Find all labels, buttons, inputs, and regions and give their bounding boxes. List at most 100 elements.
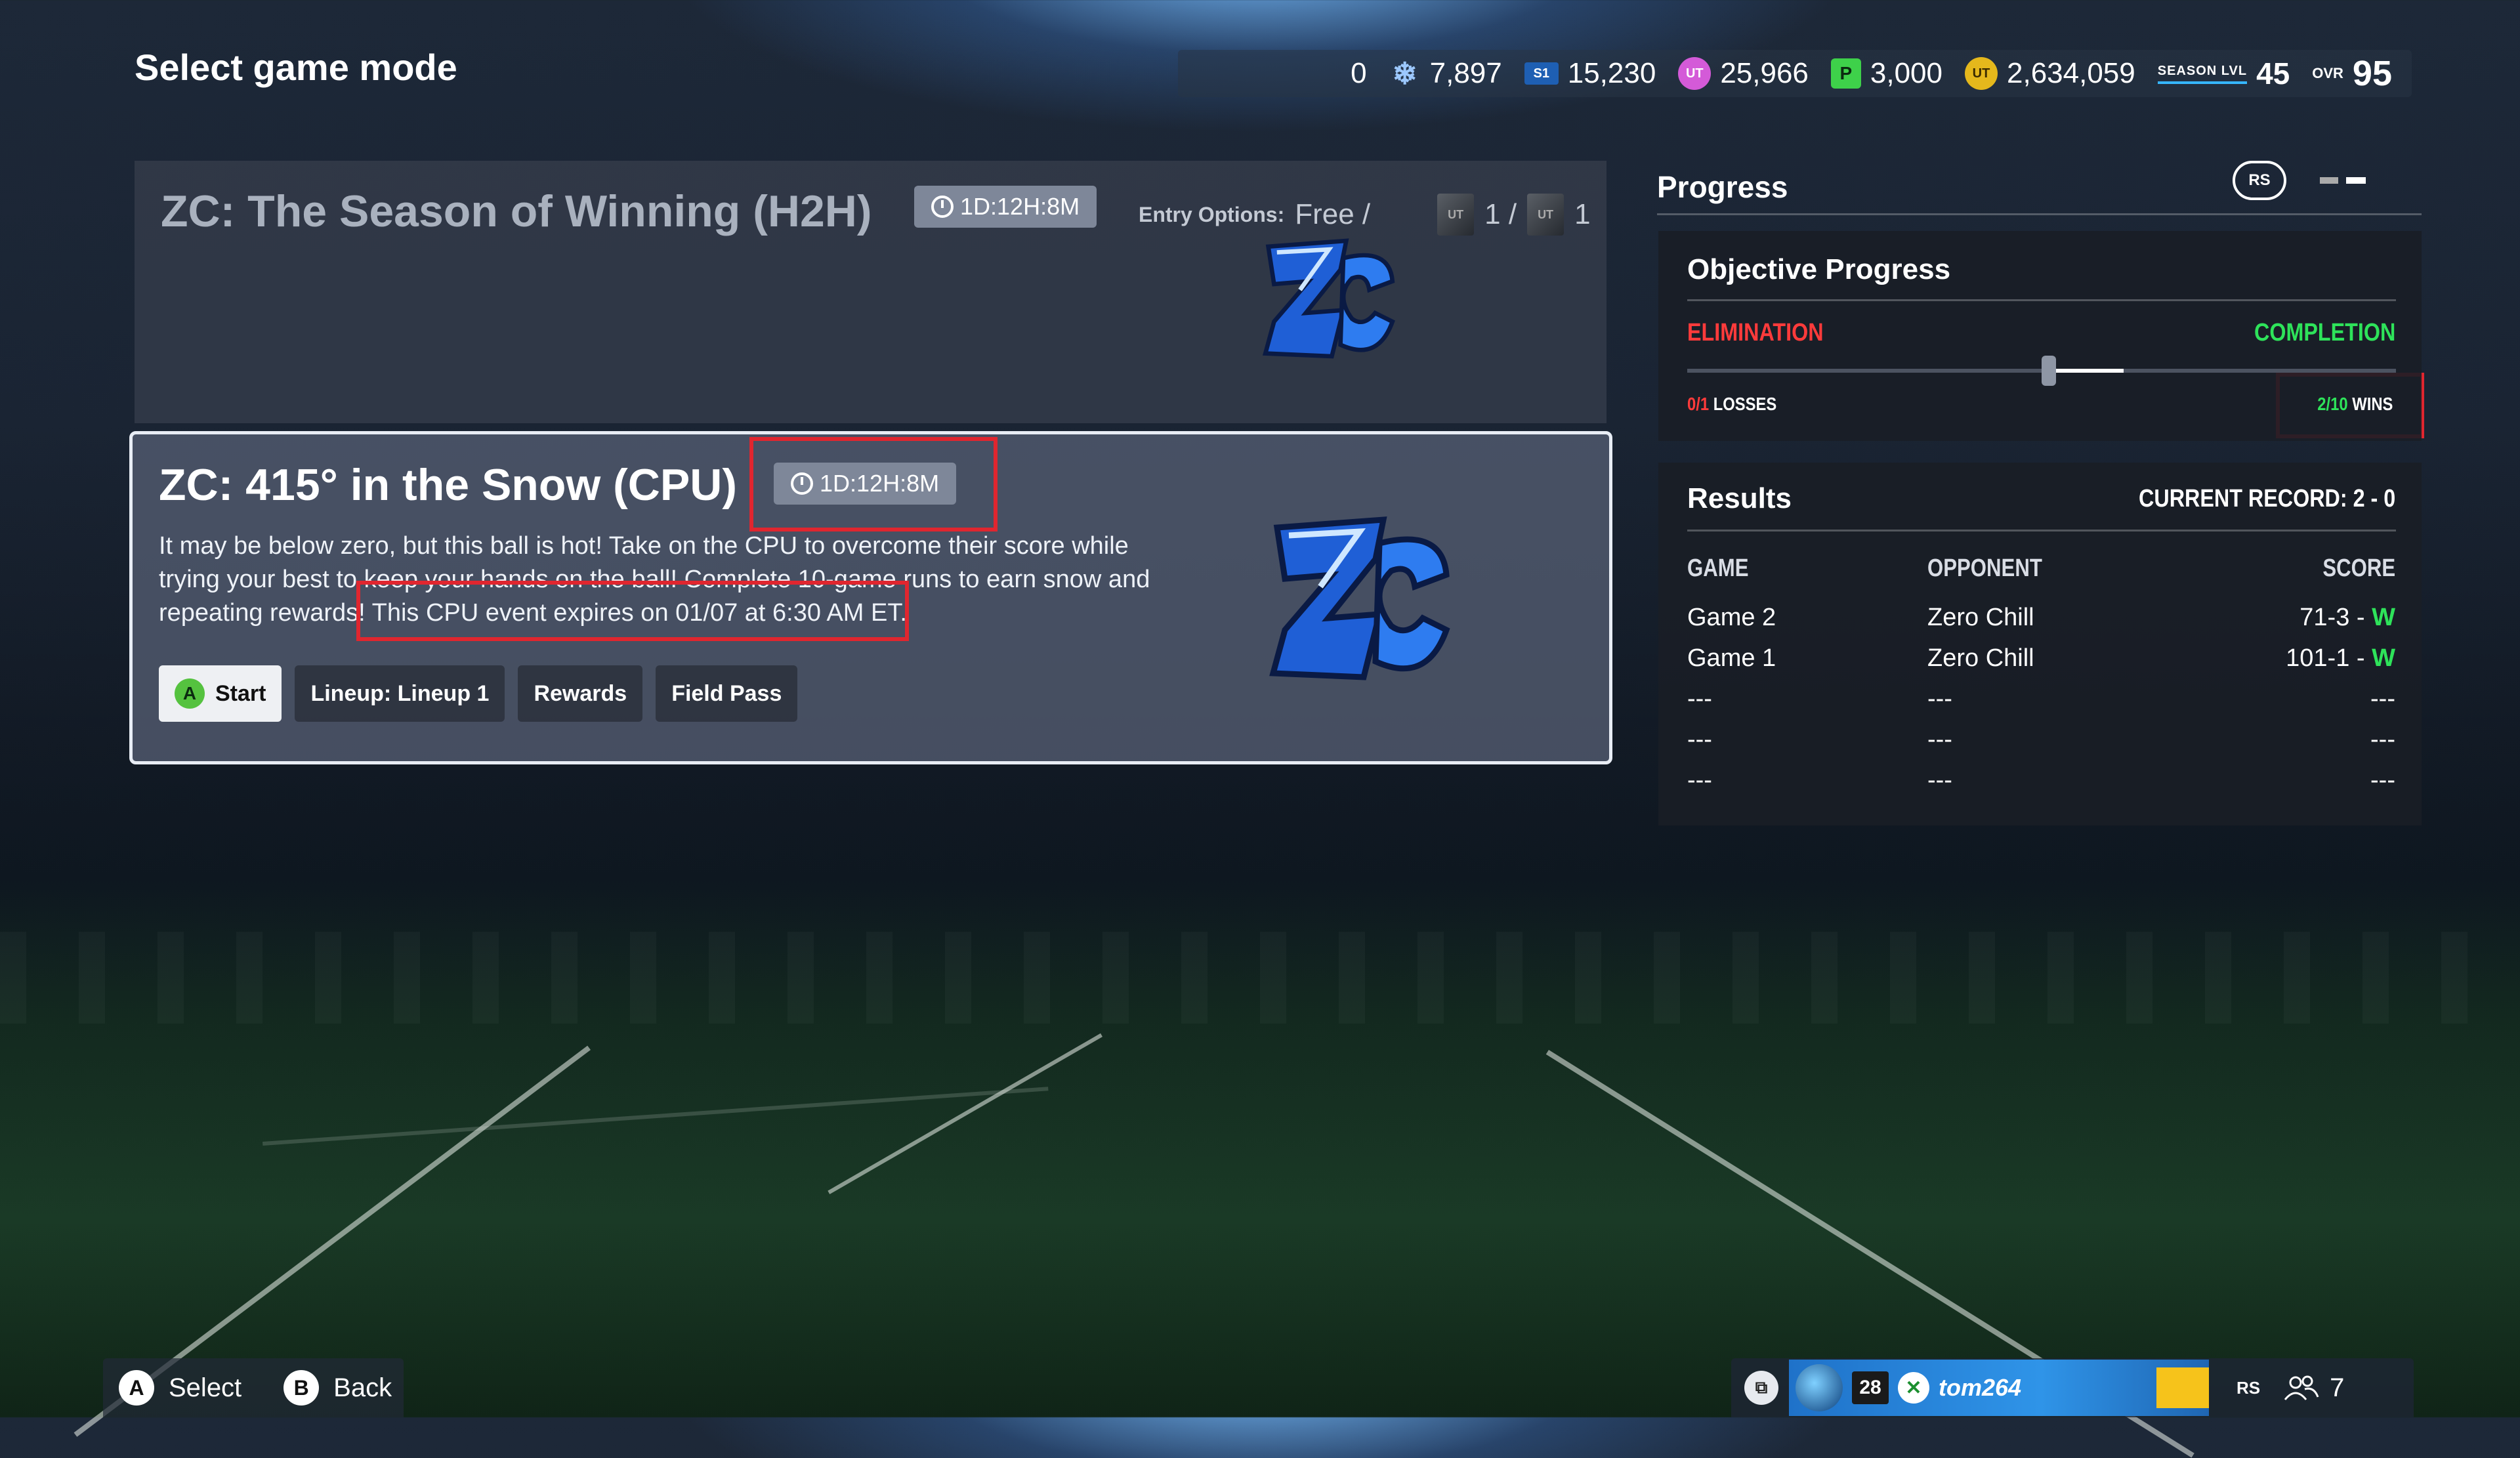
b-button-icon: B — [284, 1370, 320, 1406]
rs-label[interactable]: RS — [2236, 1378, 2260, 1398]
team-ovr: OVR 95 — [2312, 53, 2392, 94]
player-ovr-badge: 28 — [1852, 1371, 1889, 1404]
currency-value: 15,230 — [1567, 57, 1656, 89]
results-title: Results — [1687, 482, 1792, 514]
field-pass-button[interactable]: Field Pass — [656, 665, 798, 722]
divider — [1657, 213, 2422, 215]
timer-value: 1D:12H:8M — [960, 193, 1080, 220]
page-title: Select game mode — [135, 47, 457, 88]
friends-count: 7 — [2330, 1373, 2345, 1402]
losses-count: 0/1 LOSSES — [1687, 394, 1776, 415]
mode-actions: A Start Lineup: Lineup 1 Rewards Field P… — [159, 665, 798, 722]
rewards-button[interactable]: Rewards — [518, 665, 643, 722]
currency-value: 7,897 — [1429, 57, 1502, 89]
mode-card-h2h[interactable]: ZC: The Season of Winning (H2H) 1D:12H:8… — [135, 161, 1606, 423]
start-label: Start — [215, 680, 266, 706]
stadium-backdrop — [0, 932, 2520, 1024]
result-score: 101-1 - W — [2286, 644, 2395, 673]
losses-value: 0/1 — [1687, 394, 1710, 414]
lineup-button[interactable]: Lineup: Lineup 1 — [295, 665, 505, 722]
rs-stick-icon[interactable]: RS — [2233, 161, 2286, 200]
losses-label: LOSSES — [1713, 394, 1777, 414]
field-line — [262, 1087, 1049, 1146]
currency-bar: 0 ❄ 7,897 S1 15,230 UT 25,966 P 3,000 UT… — [1178, 50, 2412, 97]
result-opponent: Zero Chill — [1927, 644, 2034, 672]
wins-value: 2/10 — [2317, 394, 2348, 414]
result-game: --- — [1687, 726, 1712, 753]
a-button-icon: A — [119, 1370, 154, 1406]
currency-p-points: P 3,000 — [1830, 57, 1942, 90]
entry-options-label: Entry Options: — [1139, 202, 1285, 226]
result-game: --- — [1687, 685, 1712, 713]
divider — [1687, 299, 2396, 301]
result-row: Game 1 Zero Chill 101-1 - W — [1658, 644, 2422, 685]
start-button[interactable]: A Start — [159, 665, 282, 722]
currency-snow: ❄ 7,897 — [1389, 56, 1502, 91]
currency-value: 25,966 — [1720, 57, 1809, 89]
token-count: 1 — [1574, 198, 1591, 230]
results-panel: Results CURRENT RECORD: 2 - 0 GAME OPPON… — [1658, 463, 2422, 825]
currency-value: 0 — [1351, 57, 1367, 89]
score-separator: - — [2356, 604, 2365, 631]
result-game: Game 1 — [1687, 644, 1776, 672]
column-header-game: GAME — [1687, 554, 1749, 582]
zero-chill-logo — [1261, 500, 1458, 697]
objective-title: Objective Progress — [1687, 253, 1951, 285]
ut-points-pink-icon: UT — [1678, 57, 1712, 90]
result-row: --- --- --- — [1658, 726, 2422, 766]
friends-indicator[interactable]: 7 — [2282, 1373, 2344, 1403]
ut-coins-gold-icon: UT — [1965, 57, 1998, 90]
player-status-bar: ⧉ 28 ✕ tom264 RS 7 — [1731, 1358, 2414, 1417]
gamer-card[interactable]: 28 ✕ tom264 — [1789, 1360, 2209, 1416]
wins-label: WINS — [2351, 394, 2393, 414]
s1-icon: S1 — [1524, 62, 1559, 85]
zero-chill-logo — [1257, 226, 1401, 371]
friends-icon — [2284, 1375, 2319, 1400]
currency-coins: UT 2,634,059 — [1965, 57, 2135, 90]
progress-marker — [2042, 356, 2056, 386]
result-opponent: --- — [1927, 766, 1952, 794]
result-row: --- --- --- — [1658, 766, 2422, 807]
timer-highlight-box — [749, 437, 998, 531]
divider — [1687, 530, 2396, 531]
score-value: 101-1 — [2286, 644, 2350, 672]
column-header-score: SCORE — [2322, 554, 2395, 582]
token-count: 1 / — [1484, 198, 1517, 230]
result-win: W — [2372, 604, 2395, 631]
progress-track — [1687, 356, 2396, 386]
season-level-label: SEASON LVL — [2157, 64, 2248, 84]
column-header-opponent: OPPONENT — [1927, 554, 2042, 582]
clock-icon — [931, 196, 954, 218]
score-separator: - — [2356, 644, 2365, 672]
currency-ut-points: UT 25,966 — [1678, 57, 1809, 90]
mode-title: ZC: 415° in the Snow (CPU) — [159, 460, 738, 510]
result-row: --- --- --- — [1658, 685, 2422, 726]
back-hint[interactable]: Back — [333, 1373, 392, 1403]
ut-ticket-icon: UT — [1527, 194, 1564, 236]
wins-count: 2/10 WINS — [2317, 394, 2393, 415]
result-opponent: --- — [1927, 685, 1952, 713]
result-score: --- — [2370, 685, 2395, 713]
result-game: --- — [1687, 766, 1712, 794]
page-indicator-icon — [2320, 177, 2370, 185]
result-row: Game 2 Zero Chill 71-3 - W — [1658, 604, 2422, 644]
result-opponent: Zero Chill — [1927, 604, 2034, 631]
progress-title: Progress — [1657, 170, 1788, 204]
result-win: W — [2372, 644, 2395, 672]
completion-label: COMPLETION — [2254, 319, 2395, 346]
a-button-icon: A — [175, 678, 205, 709]
select-hint[interactable]: Select — [169, 1373, 242, 1403]
currency-zero: 0 — [1351, 57, 1366, 90]
xbox-icon: ✕ — [1898, 1372, 1929, 1404]
snowflake-icon: ❄ — [1392, 56, 1418, 91]
expiry-highlight-box — [356, 581, 909, 641]
result-opponent: --- — [1927, 726, 1952, 753]
field-line — [828, 1033, 1102, 1194]
ovr-value: 95 — [2352, 54, 2392, 93]
timer-chip: 1D:12H:8M — [914, 186, 1097, 228]
currency-value: 3,000 — [1870, 57, 1942, 89]
elimination-label: ELIMINATION — [1687, 319, 1824, 346]
view-toggle-icon[interactable]: ⧉ — [1744, 1371, 1778, 1405]
currency-value: 2,634,059 — [2007, 57, 2135, 89]
ovr-label: OVR — [2312, 65, 2343, 81]
